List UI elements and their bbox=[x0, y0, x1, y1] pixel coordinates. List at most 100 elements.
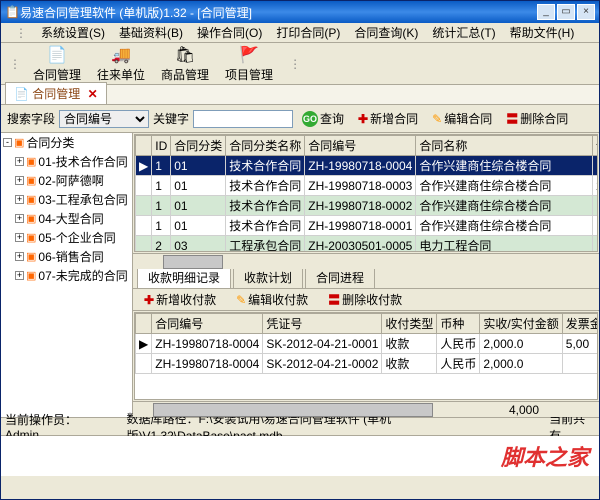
rss-icon: ▣ bbox=[26, 174, 36, 187]
expand-icon[interactable]: + bbox=[15, 252, 24, 261]
flag-icon: 🚩 bbox=[239, 45, 259, 65]
subtab-payment-detail[interactable]: 收款明细记录 bbox=[137, 266, 231, 288]
keyword-input[interactable] bbox=[193, 110, 293, 128]
col-header[interactable]: 合同金 bbox=[592, 136, 598, 156]
plus-icon: ✚ bbox=[144, 293, 154, 307]
col-header[interactable]: 凭证号 bbox=[263, 314, 382, 334]
search-field-select[interactable]: 合同编号 bbox=[59, 110, 149, 128]
menubar: ⋮ 系统设置(S) 基础资料(B) 操作合同(O) 打印合同(P) 合同查询(K… bbox=[1, 23, 599, 43]
col-header[interactable]: 合同分类 bbox=[171, 136, 226, 156]
tb-partner[interactable]: 🚚往来单位 bbox=[93, 43, 149, 85]
col-header[interactable]: 合同编号 bbox=[152, 314, 263, 334]
plus-icon: ✚ bbox=[358, 112, 368, 126]
menu-query[interactable]: 合同查询(K) bbox=[348, 22, 424, 43]
category-tree[interactable]: -▣合同分类 +▣01-技术合作合同+▣02-阿萨德啊+▣03-工程承包合同+▣… bbox=[1, 133, 133, 417]
menu-operate[interactable]: 操作合同(O) bbox=[191, 22, 268, 43]
searchbar: 搜索字段 合同编号 关键字 GO查询 ✚新增合同 ✎编辑合同 〓删除合同 bbox=[1, 105, 599, 133]
sum-value: 4,000 bbox=[509, 403, 539, 417]
col-header[interactable]: 收付类型 bbox=[382, 314, 437, 334]
rss-icon: ▣ bbox=[26, 193, 36, 206]
menu-print[interactable]: 打印合同(P) bbox=[270, 22, 346, 43]
rss-icon: ▣ bbox=[26, 155, 36, 168]
table-row[interactable]: 101技术合作合同ZH-19980718-0003合作兴建商住综合楼合同10 bbox=[136, 176, 599, 196]
col-header[interactable]: ID bbox=[152, 136, 171, 156]
edit-contract-button[interactable]: ✎编辑合同 bbox=[427, 108, 497, 129]
col-header[interactable]: 合同分类名称 bbox=[226, 136, 305, 156]
query-button[interactable]: GO查询 bbox=[297, 108, 349, 129]
toolbar: ⋮ 📄合同管理 🚚往来单位 🛍商品管理 🚩项目管理 ⋮ bbox=[1, 43, 599, 85]
edit-payment-button[interactable]: ✎编辑收付款 bbox=[231, 289, 313, 310]
rss-icon: ▣ bbox=[26, 269, 36, 282]
doc-icon: 📄 bbox=[47, 45, 67, 65]
table-row[interactable]: ▶ZH-19980718-0004SK-2012-04-21-0001收款人民币… bbox=[136, 334, 599, 354]
tree-item[interactable]: +▣04-大型合同 bbox=[1, 209, 132, 228]
table-row[interactable]: ▶101技术合作合同ZH-19980718-0004合作兴建商住综合楼合同 bbox=[136, 156, 599, 176]
scroll-thumb[interactable] bbox=[163, 255, 223, 269]
grip-icon: ⋮ bbox=[289, 57, 301, 71]
minimize-button[interactable]: _ bbox=[537, 4, 555, 20]
col-header[interactable]: 实收/实付金额 bbox=[480, 314, 562, 334]
tree-item[interactable]: +▣07-未完成的合同 bbox=[1, 266, 132, 285]
tb-goods[interactable]: 🛍商品管理 bbox=[157, 43, 213, 85]
tree-item[interactable]: +▣05-个企业合同 bbox=[1, 228, 132, 247]
tab-contract[interactable]: 📄 合同管理 ✕ bbox=[5, 82, 107, 104]
del-contract-button[interactable]: 〓删除合同 bbox=[501, 108, 573, 129]
add-contract-button[interactable]: ✚新增合同 bbox=[353, 108, 423, 129]
truck-icon: 🚚 bbox=[111, 45, 131, 65]
col-header[interactable]: 合同名称 bbox=[416, 136, 592, 156]
doc-tabs: 📄 合同管理 ✕ bbox=[1, 85, 599, 105]
subtab-payment-plan[interactable]: 收款计划 bbox=[233, 266, 303, 288]
menu-stats[interactable]: 统计汇总(T) bbox=[426, 22, 501, 43]
collapse-icon[interactable]: - bbox=[3, 138, 12, 147]
table-row[interactable]: ZH-19980718-0004SK-2012-04-21-0002收款人民币2… bbox=[136, 354, 599, 374]
grip-icon: ⋮ bbox=[9, 24, 33, 42]
tree-item[interactable]: +▣03-工程承包合同 bbox=[1, 190, 132, 209]
del-payment-button[interactable]: 〓删除收付款 bbox=[323, 289, 407, 310]
maximize-button[interactable]: ▭ bbox=[557, 4, 575, 20]
rss-icon: ▣ bbox=[26, 231, 36, 244]
titlebar: 📋 易速合同管理软件 (单机版)1.32 - [合同管理] _ ▭ × bbox=[1, 1, 599, 23]
table-row[interactable]: 101技术合作合同ZH-19980718-0001合作兴建商住综合楼合同 bbox=[136, 216, 599, 236]
pencil-icon: ✎ bbox=[236, 293, 246, 307]
expand-icon[interactable]: + bbox=[15, 271, 24, 280]
expand-icon[interactable]: + bbox=[15, 233, 24, 242]
close-icon[interactable]: ✕ bbox=[88, 87, 98, 101]
minus-icon: 〓 bbox=[328, 291, 340, 308]
h-scrollbar-sub[interactable]: 4,000 bbox=[133, 401, 599, 417]
pencil-icon: ✎ bbox=[432, 112, 442, 126]
row-marker bbox=[136, 136, 152, 156]
payment-grid[interactable]: 合同编号凭证号收付类型币种实收/实付金额发票金额▶ZH-19980718-000… bbox=[134, 312, 598, 400]
tree-item[interactable]: +▣01-技术合作合同 bbox=[1, 152, 132, 171]
folder-icon: 📄 bbox=[14, 87, 29, 101]
add-payment-button[interactable]: ✚新增收付款 bbox=[139, 289, 221, 310]
subtab-progress[interactable]: 合同进程 bbox=[305, 266, 375, 288]
tree-root[interactable]: -▣合同分类 bbox=[1, 133, 132, 152]
col-header[interactable]: 发票金额 bbox=[562, 314, 598, 334]
h-scrollbar[interactable] bbox=[133, 253, 599, 269]
contract-grid[interactable]: ID合同分类合同分类名称合同编号合同名称合同金▶101技术合作合同ZH-1998… bbox=[134, 134, 598, 252]
expand-icon[interactable]: + bbox=[15, 214, 24, 223]
menu-help[interactable]: 帮助文件(H) bbox=[504, 22, 581, 43]
search-field-label: 搜索字段 bbox=[7, 110, 55, 127]
minus-icon: 〓 bbox=[506, 110, 518, 127]
keyword-label: 关键字 bbox=[153, 110, 189, 127]
expand-icon[interactable]: + bbox=[15, 157, 24, 166]
col-header[interactable]: 币种 bbox=[437, 314, 480, 334]
watermark: 脚本之家 bbox=[501, 440, 589, 472]
tb-contract[interactable]: 📄合同管理 bbox=[29, 43, 85, 85]
subtabs: 收款明细记录 收款计划 合同进程 bbox=[133, 269, 599, 289]
tb-project[interactable]: 🚩项目管理 bbox=[221, 43, 277, 85]
table-row[interactable]: 101技术合作合同ZH-19980718-0002合作兴建商住综合楼合同 bbox=[136, 196, 599, 216]
menu-system[interactable]: 系统设置(S) bbox=[35, 22, 111, 43]
tree-item[interactable]: +▣02-阿萨德啊 bbox=[1, 171, 132, 190]
expand-icon[interactable]: + bbox=[15, 195, 24, 204]
expand-icon[interactable]: + bbox=[15, 176, 24, 185]
table-row[interactable]: 203工程承包合同ZH-20030501-0005电力工程合同 bbox=[136, 236, 599, 253]
close-button[interactable]: × bbox=[577, 4, 595, 20]
rss-icon: ▣ bbox=[26, 212, 36, 225]
col-header[interactable]: 合同编号 bbox=[305, 136, 416, 156]
scroll-thumb[interactable] bbox=[153, 403, 433, 417]
window-title: 易速合同管理软件 (单机版)1.32 - [合同管理] bbox=[20, 4, 252, 21]
tree-item[interactable]: +▣06-销售合同 bbox=[1, 247, 132, 266]
menu-basedata[interactable]: 基础资料(B) bbox=[113, 22, 189, 43]
